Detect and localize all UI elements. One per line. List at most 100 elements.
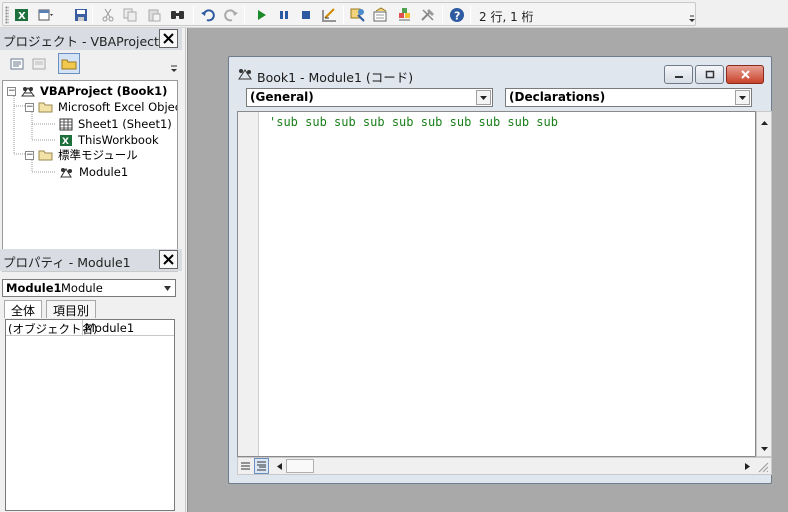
object-combo[interactable]: (General) — [246, 88, 493, 107]
toolbar-options-icon[interactable] — [687, 7, 697, 25]
help-icon[interactable]: ? — [448, 7, 465, 23]
svg-text:X: X — [62, 137, 69, 147]
object-type: Module — [61, 281, 103, 295]
toolbar-panel: X ? 2 行, 1 桁 — [2, 2, 696, 26]
close-icon — [163, 254, 174, 265]
undo-icon[interactable] — [199, 7, 216, 23]
worksheet-icon — [59, 118, 73, 130]
svg-text:?: ? — [454, 10, 460, 23]
tab-alphabetic[interactable]: 全体 — [4, 300, 43, 318]
folder-open-icon — [38, 102, 53, 113]
code-window-title: Book1 - Module1 (コード) — [257, 70, 414, 85]
view-code-icon[interactable] — [8, 55, 26, 73]
tree-root[interactable]: − VBAProject (Book1) — [7, 83, 167, 99]
full-module-view-icon[interactable] — [254, 458, 269, 474]
toolbox-icon[interactable] — [419, 7, 436, 23]
procedure-combo[interactable]: (Declarations) — [505, 88, 752, 107]
tree-folder-excel-objects[interactable]: − Microsoft Excel Objects — [25, 99, 177, 115]
run-icon[interactable] — [252, 7, 269, 23]
excel-view-icon[interactable]: X — [13, 7, 30, 23]
view-object-icon[interactable] — [30, 55, 48, 73]
tree-item-label: Module1 — [79, 165, 129, 179]
copy-icon[interactable] — [121, 7, 138, 23]
break-icon[interactable] — [275, 7, 292, 23]
project-tree: − VBAProject (Book1) − Microsoft Excel O… — [2, 80, 178, 254]
tab-categorized[interactable]: 項目別 — [46, 300, 97, 318]
tree-item-label: Sheet1 (Sheet1) — [78, 117, 172, 131]
tree-root-label: VBAProject (Book1) — [40, 84, 168, 98]
object-name: Module1 — [6, 281, 62, 295]
code-window: Book1 - Module1 (コード) (General) (Declara… — [228, 56, 772, 484]
cut-icon[interactable] — [99, 7, 116, 23]
code-bottom-bar — [237, 457, 772, 475]
property-value[interactable]: Module1 — [85, 321, 134, 335]
property-row[interactable]: (オブジェクト名) Module1 — [6, 320, 174, 336]
folder-open-icon — [38, 150, 53, 161]
tree-item-label: ThisWorkbook — [78, 133, 159, 147]
left-dock: プロジェクト - VBAProject − VBAProject (Book1)… — [0, 28, 186, 512]
folder-icon — [61, 59, 77, 69]
restore-icon — [705, 70, 714, 79]
code-editor[interactable]: 'sub sub sub sub sub sub sub sub sub sub — [237, 111, 756, 457]
design-mode-icon[interactable] — [320, 7, 337, 23]
collapse-icon[interactable]: − — [7, 86, 16, 96]
object-combo-value: (General) — [250, 90, 314, 104]
collapse-icon[interactable]: − — [25, 102, 34, 112]
collapse-icon[interactable]: − — [25, 150, 34, 160]
find-icon[interactable] — [169, 7, 186, 23]
close-icon — [163, 33, 174, 44]
svg-text:X: X — [18, 11, 26, 22]
properties-tabs: 全体 項目別 — [2, 300, 180, 318]
workbook-icon: X — [60, 134, 72, 147]
margin-indicator-bar[interactable] — [238, 112, 259, 456]
toggle-folders-button[interactable] — [58, 53, 80, 74]
hscroll-thumb[interactable] — [286, 459, 314, 473]
toolbar-overflow-icon[interactable] — [170, 63, 178, 75]
project-panel-title: プロジェクト - VBAProject — [3, 34, 159, 49]
module-icon — [238, 69, 252, 80]
properties-grid: (オブジェクト名) Module1 — [5, 319, 175, 511]
properties-window-icon[interactable] — [372, 7, 389, 23]
vbaproject-icon — [21, 87, 35, 97]
tree-folder-standard-modules[interactable]: − 標準モジュール — [25, 147, 138, 163]
tree-folder-label: 標準モジュール — [58, 148, 138, 162]
object-browser-icon[interactable] — [396, 7, 413, 23]
cursor-position-text: 2 行, 1 桁 — [479, 10, 534, 24]
code-line[interactable]: 'sub sub sub sub sub sub sub sub sub sub — [269, 115, 558, 129]
tree-item-module1[interactable]: Module1 — [59, 164, 128, 180]
properties-object-select[interactable]: Module1 Module — [2, 279, 176, 297]
project-panel-close-button[interactable] — [159, 29, 178, 48]
scroll-up-icon — [761, 121, 768, 125]
project-explorer-icon[interactable] — [349, 7, 366, 23]
scroll-down-icon — [761, 447, 768, 451]
close-icon — [740, 70, 750, 79]
insert-userform-icon[interactable] — [37, 7, 54, 23]
redo-icon[interactable] — [222, 7, 239, 23]
minimize-icon — [674, 75, 683, 78]
properties-panel-title: プロパティ - Module1 — [3, 255, 131, 270]
toolbar-grip[interactable] — [5, 6, 9, 24]
maximize-button[interactable] — [695, 65, 724, 84]
chevron-down-icon — [164, 286, 171, 291]
properties-panel-titlebar: プロパティ - Module1 — [0, 249, 182, 271]
chevron-down-icon[interactable] — [476, 90, 491, 105]
procedure-view-icon[interactable] — [238, 458, 253, 474]
module-icon — [60, 167, 72, 177]
project-panel-toolbar — [2, 51, 180, 77]
chevron-down-icon[interactable] — [735, 90, 750, 105]
tree-item-sheet1[interactable]: Sheet1 (Sheet1) — [59, 116, 172, 132]
reset-icon[interactable] — [297, 7, 314, 23]
scroll-right-icon — [745, 463, 750, 470]
tree-folder-label: Microsoft Excel Objects — [58, 100, 177, 114]
tree-item-thisworkbook[interactable]: X ThisWorkbook — [59, 132, 159, 148]
resize-grip-icon — [758, 462, 769, 473]
procedure-combo-value: (Declarations) — [509, 90, 606, 104]
code-vscroll[interactable] — [756, 111, 772, 457]
save-icon[interactable] — [72, 7, 89, 23]
properties-panel-close-button[interactable] — [159, 250, 178, 269]
project-panel-titlebar: プロジェクト - VBAProject — [0, 28, 182, 50]
paste-icon[interactable] — [145, 7, 162, 23]
standard-toolbar: X ? 2 行, 1 桁 — [0, 0, 788, 28]
close-button[interactable] — [726, 65, 764, 84]
minimize-button[interactable] — [664, 65, 693, 84]
